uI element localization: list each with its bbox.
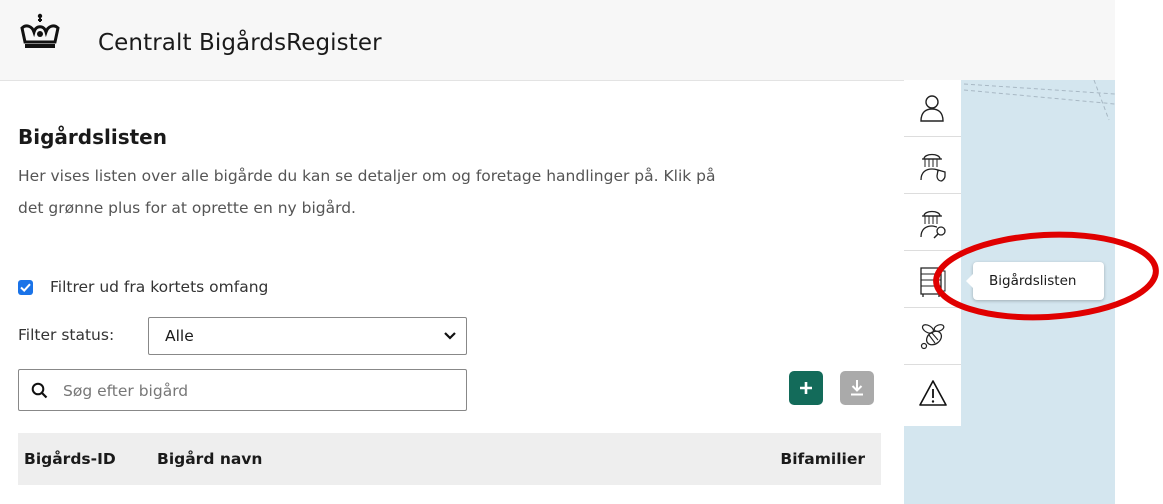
map-filter-checkbox[interactable] bbox=[18, 280, 33, 295]
page-description: Her vises listen over alle bigårde du ka… bbox=[18, 160, 818, 224]
user-icon bbox=[920, 95, 944, 122]
map-filter-label[interactable]: Filtrer ud fra kortets omfang bbox=[50, 278, 268, 296]
status-filter-value: Alle bbox=[165, 327, 194, 345]
crown-icon bbox=[20, 13, 60, 48]
checkmark-icon bbox=[20, 283, 31, 293]
column-header-name[interactable]: Bigård navn bbox=[157, 450, 262, 468]
download-icon bbox=[851, 380, 863, 396]
download-button[interactable] bbox=[840, 371, 874, 405]
toolbar-warning-button[interactable] bbox=[904, 365, 961, 422]
column-header-colonies[interactable]: Bifamilier bbox=[780, 450, 865, 468]
search-input[interactable] bbox=[61, 378, 455, 404]
page-description-line: Her vises listen over alle bigårde du ka… bbox=[18, 167, 716, 185]
toolbar-bee-button[interactable] bbox=[904, 308, 961, 365]
toolbar-apiary-list-button[interactable] bbox=[904, 251, 961, 308]
page-description-line: det grønne plus for at oprette en ny big… bbox=[18, 199, 356, 217]
warning-icon bbox=[919, 380, 947, 406]
add-apiary-button[interactable] bbox=[789, 371, 823, 405]
tooltip-label: Bigårdslisten bbox=[989, 273, 1077, 289]
toolbar-user-button[interactable] bbox=[904, 80, 961, 137]
search-box[interactable] bbox=[18, 369, 467, 411]
toolbar-beekeeper-search-button[interactable] bbox=[904, 194, 961, 251]
plus-icon bbox=[800, 382, 812, 394]
page-title: Bigårdslisten bbox=[18, 125, 167, 149]
beekeeper-search-icon bbox=[920, 210, 946, 239]
status-filter-select[interactable]: Alle bbox=[148, 317, 467, 355]
status-filter-label: Filter status: bbox=[18, 326, 115, 344]
toolbar-tooltip: Bigårdslisten bbox=[966, 262, 1104, 300]
column-header-id[interactable]: Bigårds-ID bbox=[24, 450, 116, 468]
app-header: Centralt BigårdsRegister bbox=[0, 0, 1115, 81]
map-toolbar bbox=[904, 80, 961, 426]
table-header: Bigårds-ID Bigård navn Bifamilier bbox=[18, 433, 881, 485]
bee-icon bbox=[920, 324, 945, 350]
search-icon bbox=[31, 382, 48, 399]
toolbar-beekeeper-shield-button[interactable] bbox=[904, 137, 961, 194]
chevron-down-icon bbox=[444, 332, 456, 340]
beekeeper-shield-icon bbox=[920, 153, 946, 182]
app-title: Centralt BigårdsRegister bbox=[98, 30, 382, 56]
beehive-list-icon bbox=[920, 267, 946, 297]
